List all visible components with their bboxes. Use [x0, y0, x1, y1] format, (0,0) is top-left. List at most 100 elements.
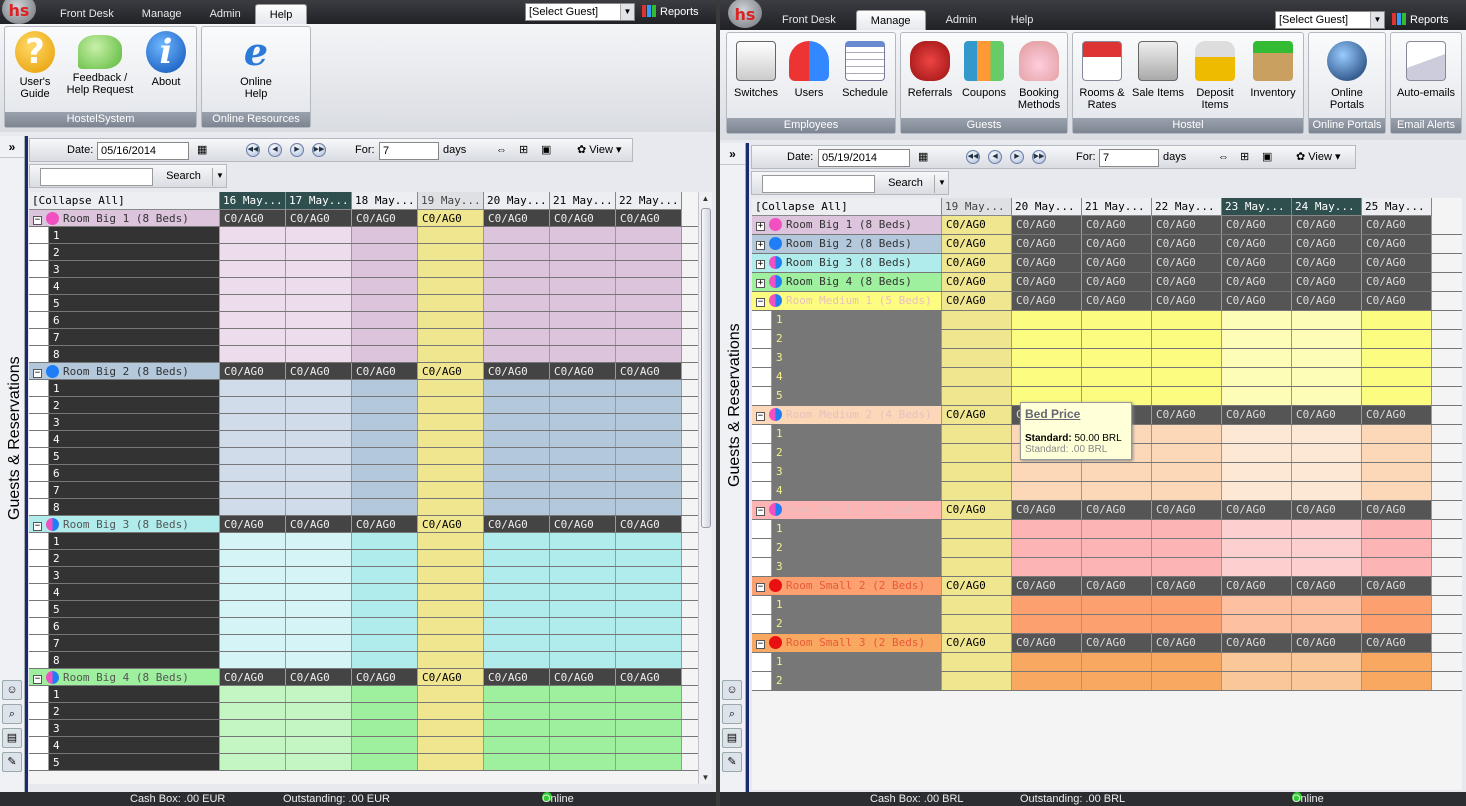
bed-day-cell[interactable] — [220, 635, 286, 651]
switches-button[interactable]: Switches — [729, 37, 783, 99]
collapse-icon[interactable]: − — [756, 507, 765, 516]
tab-admin[interactable]: Admin — [196, 4, 255, 24]
bed-row[interactable]: 1 — [752, 596, 1462, 615]
prev-page-icon[interactable]: ◀ — [268, 143, 282, 157]
bed-day-cell[interactable] — [1362, 425, 1432, 443]
bed-day-cell[interactable] — [1152, 615, 1222, 633]
bed-day-cell[interactable] — [1222, 520, 1292, 538]
bed-row[interactable]: 2 — [752, 672, 1462, 691]
availability-cell[interactable]: C0/AG0 — [1012, 254, 1082, 272]
date-column-header[interactable]: 16 May... — [220, 192, 286, 210]
room-group-row[interactable]: − Room Big 1 (8 Beds) C0/AG0 C0/AG0 C0/AG0 C0… — [29, 210, 698, 227]
bed-day-cell[interactable] — [616, 618, 682, 634]
bed-day-cell[interactable] — [616, 244, 682, 260]
bed-day-cell[interactable] — [1362, 330, 1432, 348]
bed-day-cell[interactable] — [418, 448, 484, 464]
availability-cell[interactable]: C0/AG0 — [418, 669, 484, 685]
bed-day-cell[interactable] — [352, 414, 418, 430]
bed-row[interactable]: 1 — [29, 686, 698, 703]
availability-cell[interactable]: C0/AG0 — [942, 577, 1012, 595]
bed-day-cell[interactable] — [550, 618, 616, 634]
feedback-button[interactable]: Feedback / Help Request — [65, 31, 135, 96]
bed-day-cell[interactable] — [484, 397, 550, 413]
bed-day-cell[interactable] — [418, 601, 484, 617]
bed-day-cell[interactable] — [1222, 425, 1292, 443]
bed-row[interactable]: 8 — [29, 652, 698, 669]
bed-day-cell[interactable] — [418, 329, 484, 345]
room-group-row[interactable]: − Room Medium 1 (5 Beds) C0/AG0 C0/AG0 C0/AG… — [752, 292, 1462, 311]
bed-day-cell[interactable] — [616, 567, 682, 583]
bed-day-cell[interactable] — [1362, 520, 1432, 538]
scroll-thumb[interactable] — [701, 208, 711, 528]
bed-day-cell[interactable] — [550, 278, 616, 294]
bed-day-cell[interactable] — [550, 533, 616, 549]
bed-row[interactable]: 1 — [752, 520, 1462, 539]
bed-day-cell[interactable] — [1152, 672, 1222, 690]
bed-day-cell[interactable] — [1222, 672, 1292, 690]
bed-day-cell[interactable] — [550, 227, 616, 243]
availability-cell[interactable]: C0/AG0 — [1012, 292, 1082, 310]
availability-cell[interactable]: C0/AG0 — [484, 516, 550, 532]
date-column-header[interactable]: 21 May... — [550, 192, 616, 210]
chart-icon[interactable]: ▤ — [722, 728, 742, 748]
availability-cell[interactable]: C0/AG0 — [1362, 406, 1432, 424]
availability-cell[interactable]: C0/AG0 — [418, 210, 484, 226]
availability-cell[interactable]: C0/AG0 — [1362, 634, 1432, 652]
bed-row[interactable]: 3 — [29, 720, 698, 737]
bed-day-cell[interactable] — [484, 312, 550, 328]
bed-day-cell[interactable] — [1152, 330, 1222, 348]
bed-day-cell[interactable] — [1082, 311, 1152, 329]
search-input[interactable] — [762, 175, 875, 193]
bed-day-cell[interactable] — [484, 567, 550, 583]
next-page-icon[interactable]: ▶ — [290, 143, 304, 157]
bed-day-cell[interactable] — [942, 653, 1012, 671]
bed-day-cell[interactable] — [220, 533, 286, 549]
availability-cell[interactable]: C0/AG0 — [616, 363, 682, 379]
availability-cell[interactable]: C0/AG0 — [1082, 501, 1152, 519]
tab-front-desk[interactable]: Front Desk — [46, 4, 128, 24]
bed-row[interactable]: 5 — [29, 448, 698, 465]
bed-row[interactable]: 4 — [29, 584, 698, 601]
bed-day-cell[interactable] — [1292, 596, 1362, 614]
bed-day-cell[interactable] — [550, 380, 616, 396]
bed-day-cell[interactable] — [942, 539, 1012, 557]
availability-cell[interactable]: C0/AG0 — [1362, 235, 1432, 253]
availability-cell[interactable]: C0/AG0 — [550, 669, 616, 685]
availability-cell[interactable]: C0/AG0 — [1082, 254, 1152, 272]
bed-row[interactable]: 8 — [29, 346, 698, 363]
bed-day-cell[interactable] — [550, 754, 616, 770]
online-help-button[interactable]: e Online Help — [228, 31, 284, 101]
bed-day-cell[interactable] — [286, 686, 352, 702]
availability-cell[interactable]: C0/AG0 — [1082, 577, 1152, 595]
tab-help[interactable]: Help — [997, 10, 1048, 30]
export-icon[interactable]: ▣ — [1262, 149, 1272, 165]
bed-day-cell[interactable] — [616, 686, 682, 702]
bed-day-cell[interactable] — [550, 737, 616, 753]
date-column-header[interactable]: 17 May... — [286, 192, 352, 210]
bed-day-cell[interactable] — [352, 295, 418, 311]
bed-day-cell[interactable] — [352, 329, 418, 345]
bed-day-cell[interactable] — [418, 499, 484, 515]
availability-cell[interactable]: C0/AG0 — [1012, 577, 1082, 595]
bed-day-cell[interactable] — [616, 482, 682, 498]
bed-day-cell[interactable] — [1012, 349, 1082, 367]
bed-day-cell[interactable] — [286, 720, 352, 736]
collapse-icon[interactable]: − — [756, 412, 765, 421]
availability-cell[interactable]: C0/AG0 — [1222, 406, 1292, 424]
bed-day-cell[interactable] — [484, 346, 550, 362]
bed-day-cell[interactable] — [1082, 482, 1152, 500]
room-group-row[interactable]: − Room Big 4 (8 Beds) C0/AG0 C0/AG0 C0/AG0 C0… — [29, 669, 698, 686]
collapse-all-button[interactable]: [Collapse All] — [752, 198, 942, 216]
bed-day-cell[interactable] — [352, 584, 418, 600]
bed-day-cell[interactable] — [352, 482, 418, 498]
room-group-row[interactable]: − Room Small 2 (2 Beds) C0/AG0 C0/AG0 C0/AG0… — [752, 577, 1462, 596]
bed-day-cell[interactable] — [1222, 653, 1292, 671]
bed-row[interactable]: 7 — [29, 635, 698, 652]
bed-day-cell[interactable] — [942, 349, 1012, 367]
view-menu[interactable]: ✿ View ▾ — [1296, 149, 1341, 165]
availability-cell[interactable]: C0/AG0 — [1012, 235, 1082, 253]
availability-cell[interactable]: C0/AG0 — [1292, 235, 1362, 253]
bed-day-cell[interactable] — [220, 482, 286, 498]
bed-day-cell[interactable] — [484, 227, 550, 243]
bed-day-cell[interactable] — [616, 346, 682, 362]
